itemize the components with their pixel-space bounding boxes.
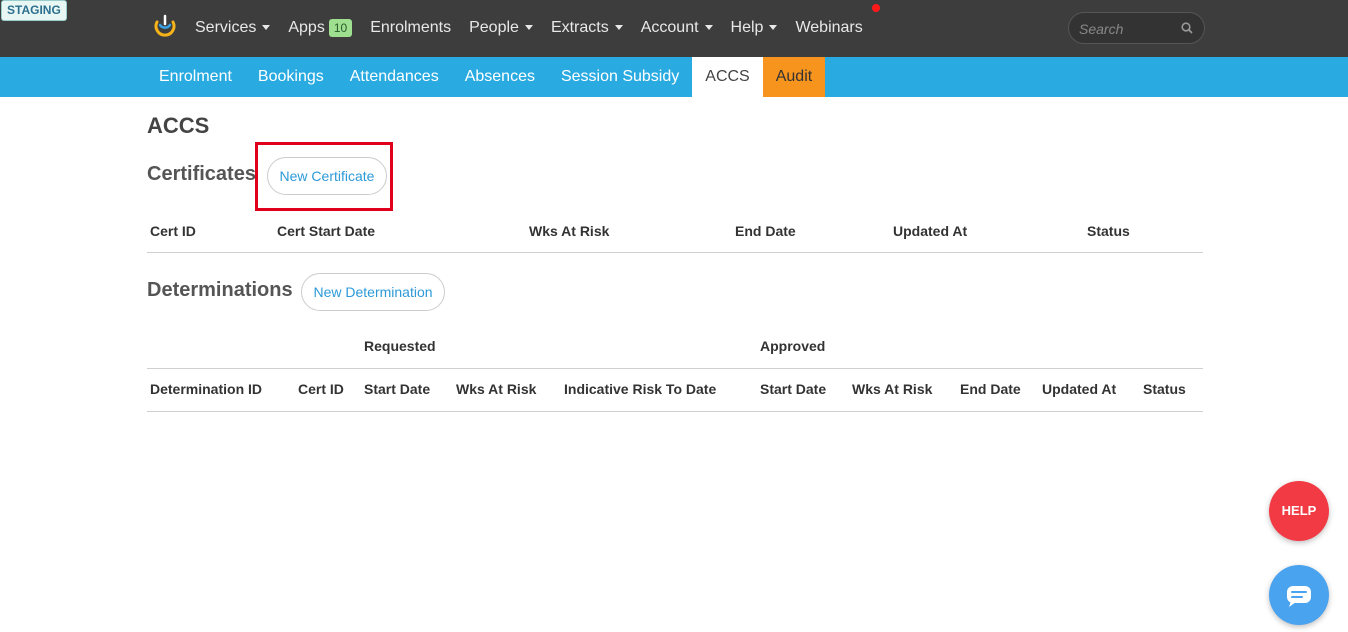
group-approved: Approved	[760, 338, 826, 354]
nav-services[interactable]: Services	[195, 18, 271, 37]
caret-down-icon	[262, 25, 271, 30]
search-icon[interactable]	[1180, 21, 1194, 35]
nav-enrolments[interactable]: Enrolments	[370, 19, 451, 37]
search-input[interactable]	[1079, 19, 1174, 39]
tab-enrolment[interactable]: Enrolment	[146, 57, 245, 97]
tab-accs[interactable]: ACCS	[692, 57, 763, 97]
col-updated-at: Updated At	[893, 223, 968, 239]
group-requested: Requested	[364, 338, 436, 354]
notification-dot	[871, 3, 880, 12]
col-status: Status	[1087, 223, 1130, 239]
highlight-box	[255, 142, 393, 211]
nav-apps[interactable]: Apps 10	[288, 18, 353, 37]
col-end-date: End Date	[735, 223, 796, 239]
determinations-heading: Determinations	[147, 279, 293, 301]
certificates-table-rule	[147, 252, 1203, 253]
nav-webinars-label: Webinars	[795, 18, 863, 36]
tab-bookings[interactable]: Bookings	[245, 57, 337, 97]
determinations-group-rule	[147, 368, 1203, 369]
nav-enrolments-label: Enrolments	[370, 18, 452, 36]
sub-navbar: Enrolment Bookings Attendances Absences …	[0, 57, 1348, 97]
caret-down-icon	[704, 25, 713, 30]
col-determination-id: Determination ID	[150, 381, 263, 397]
nav-help[interactable]: Help	[731, 19, 778, 37]
caret-down-icon	[524, 25, 533, 30]
nav-account-label: Account	[640, 18, 699, 36]
app-logo-icon[interactable]	[152, 13, 178, 39]
chat-widget-button[interactable]	[1269, 565, 1329, 625]
main-nav: Services Apps 10 Enrolments People Extra…	[195, 0, 881, 55]
nav-services-label: Services	[195, 18, 257, 36]
search-box	[1068, 12, 1205, 44]
certificates-heading: Certificates	[147, 163, 256, 185]
nav-extracts[interactable]: Extracts	[551, 19, 623, 37]
col-cert-start-date: Cert Start Date	[277, 223, 376, 239]
col-det-cert-id: Cert ID	[298, 381, 344, 397]
caret-down-icon	[614, 25, 623, 30]
new-determination-button[interactable]: New Determination	[301, 273, 445, 311]
nav-people-label: People	[469, 18, 519, 36]
nav-account[interactable]: Account	[641, 19, 713, 37]
tab-session-subsidy[interactable]: Session Subsidy	[548, 57, 692, 97]
tab-attendances[interactable]: Attendances	[337, 57, 452, 97]
col-requested-wks-at-risk: Wks At Risk	[456, 381, 537, 397]
staging-badge: STAGING	[1, 0, 67, 21]
tab-absences[interactable]: Absences	[452, 57, 548, 97]
col-approved-wks-at-risk: Wks At Risk	[852, 381, 933, 397]
caret-down-icon	[769, 25, 778, 30]
nav-people[interactable]: People	[469, 19, 533, 37]
determinations-table-rule	[147, 411, 1203, 412]
col-wks-at-risk: Wks At Risk	[529, 223, 610, 239]
nav-extracts-label: Extracts	[550, 18, 609, 36]
col-cert-id: Cert ID	[150, 223, 196, 239]
page-title: ACCS	[147, 113, 210, 138]
help-widget-button[interactable]: HELP	[1269, 481, 1329, 541]
col-requested-start-date: Start Date	[364, 381, 431, 397]
col-det-end-date: End Date	[960, 381, 1021, 397]
col-indicative-risk-to-date: Indicative Risk To Date	[564, 381, 717, 397]
apps-count-badge: 10	[328, 18, 353, 37]
nav-webinars[interactable]: Webinars	[795, 3, 880, 37]
nav-apps-label: Apps	[288, 18, 325, 36]
tab-audit[interactable]: Audit	[762, 57, 826, 97]
col-approved-start-date: Start Date	[760, 381, 827, 397]
nav-help-label: Help	[730, 18, 764, 36]
subnav-tabs: Enrolment Bookings Attendances Absences …	[146, 57, 826, 97]
col-det-status: Status	[1143, 381, 1186, 397]
chat-bubble-icon	[1287, 586, 1311, 607]
col-det-updated-at: Updated At	[1042, 381, 1117, 397]
top-navbar: STAGING Services Apps 10 Enrolments Peop…	[0, 0, 1348, 57]
